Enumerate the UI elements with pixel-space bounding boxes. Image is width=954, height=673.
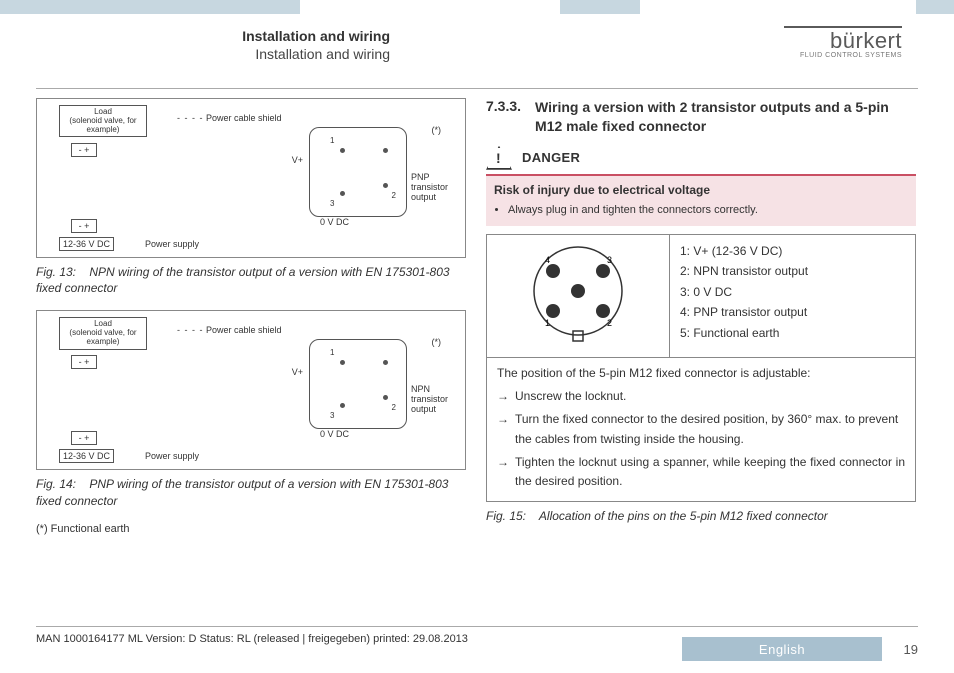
- pin-allocation-box: 1 2 3 4 5 1: V+ (12-36 V DC) 2: NPN tran…: [486, 234, 916, 502]
- pin-num-5: 5: [575, 275, 580, 285]
- vplus-label: V+: [292, 155, 303, 165]
- supply-range-box: 12-36 V DC: [59, 449, 114, 463]
- header-rule: [36, 88, 918, 89]
- pin-num-2: 2: [607, 318, 612, 328]
- step-3: Tighten the locknut using a spanner, whi…: [515, 453, 905, 491]
- connector-icon: 1 3 2: [309, 127, 407, 217]
- danger-risk: Risk of injury due to electrical voltage: [494, 182, 908, 199]
- asterisk-label: (*): [432, 125, 442, 135]
- danger-box: Risk of injury due to electrical voltage…: [486, 174, 916, 226]
- functional-earth-note: (*) Functional earth: [36, 523, 466, 535]
- brand-name: bürkert: [784, 28, 902, 54]
- vplus-label: V+: [292, 367, 303, 377]
- warning-icon: [486, 146, 512, 170]
- language-pill: English: [682, 637, 882, 661]
- pin-3-desc: 3: 0 V DC: [680, 282, 905, 302]
- section-number: 7.3.3.: [486, 98, 521, 136]
- brand-logo: bürkert FLUID CONTROL SYSTEMS: [784, 24, 902, 59]
- brand-tagline: FLUID CONTROL SYSTEMS: [784, 52, 902, 59]
- adjustable-intro: The position of the 5-pin M12 fixed conn…: [497, 364, 905, 383]
- figure-13-diagram: Load (solenoid valve, for example) - - -…: [36, 98, 466, 258]
- pnp-output-label: PNP transistor output: [411, 173, 459, 203]
- section-header: Installation and wiring Installation and…: [90, 28, 390, 62]
- section-title: Wiring a version with 2 transistor outpu…: [535, 98, 916, 136]
- power-supply-label: Power supply: [145, 239, 199, 249]
- m12-connector-diagram: 1 2 3 4 5: [487, 235, 670, 357]
- pin-2-desc: 2: NPN transistor output: [680, 261, 905, 281]
- load-box: Load (solenoid valve, for example): [59, 105, 147, 137]
- connector-icon: 1 3 2: [309, 339, 407, 429]
- pin-5-desc: 5: Functional earth: [680, 323, 905, 343]
- pin-num-1: 1: [545, 318, 550, 328]
- pin-num-4: 4: [545, 255, 550, 265]
- pin-4-desc: 4: PNP transistor output: [680, 302, 905, 322]
- power-supply-label: Power supply: [145, 451, 199, 461]
- figure-14-caption: Fig. 14: PNP wiring of the transistor ou…: [36, 476, 466, 508]
- figure-13-caption: Fig. 13: NPN wiring of the transistor ou…: [36, 264, 466, 296]
- step-2: Turn the fixed connector to the desired …: [515, 410, 905, 448]
- header-title: Installation and wiring: [90, 28, 390, 44]
- supply-range-box: 12-36 V DC: [59, 237, 114, 251]
- power-cable-shield-label: - - - - Power cable shield: [177, 325, 282, 335]
- pin-num-3: 3: [607, 255, 612, 265]
- asterisk-label: (*): [432, 337, 442, 347]
- header-subtitle: Installation and wiring: [90, 46, 390, 62]
- figure-15-caption: Fig. 15: Allocation of the pins on the 5…: [486, 508, 916, 524]
- top-accent-bar: [0, 0, 954, 14]
- figure-14-diagram: Load (solenoid valve, for example) - - -…: [36, 310, 466, 470]
- npn-output-label: NPN transistor output: [411, 385, 459, 415]
- power-cable-shield-label: - - - - Power cable shield: [177, 113, 282, 123]
- danger-heading: DANGER: [522, 150, 580, 165]
- step-1: Unscrew the locknut.: [515, 387, 626, 406]
- zero-label: 0 V DC: [320, 429, 349, 439]
- page-number: 19: [904, 642, 918, 657]
- zero-label: 0 V DC: [320, 217, 349, 227]
- danger-bullet: Always plug in and tighten the connector…: [508, 203, 908, 218]
- pin-1-desc: 1: V+ (12-36 V DC): [680, 241, 905, 261]
- load-box: Load (solenoid valve, for example): [59, 317, 147, 349]
